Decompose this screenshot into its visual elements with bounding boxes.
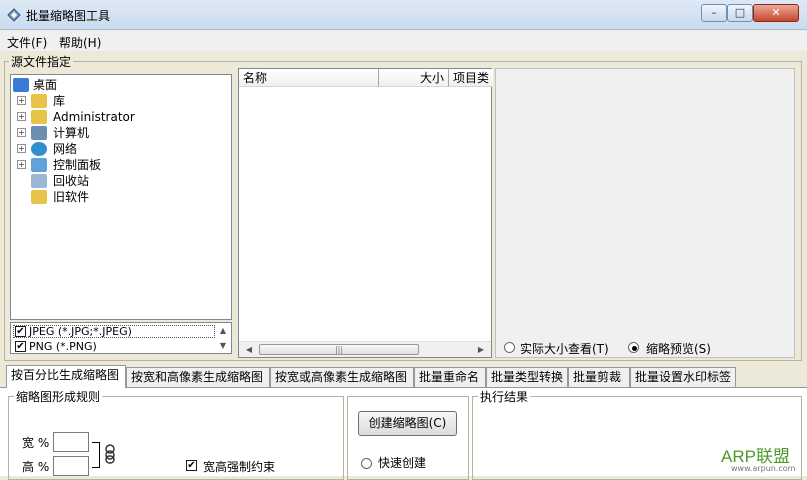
filter-label-jpeg: JPEG (*.JPG;*.JPEG) — [29, 325, 132, 338]
tree-item[interactable]: 回收站 — [11, 173, 231, 189]
tab-3[interactable]: 批量重命名 — [414, 367, 486, 387]
tree-item[interactable]: + Administrator — [11, 109, 231, 125]
actual-size-label: 实际大小查看(T) — [520, 342, 609, 356]
horizontal-scrollbar[interactable]: ◀ ||| ▶ — [239, 341, 491, 357]
menu-bar: 文件(F) 帮助(H) — [0, 31, 807, 51]
scrollbar-thumb[interactable]: ||| — [259, 344, 419, 355]
quick-create-radio[interactable] — [361, 458, 372, 469]
rules-group-label: 缩略图形成规则 — [14, 388, 103, 405]
expand-plus-icon[interactable]: + — [17, 96, 26, 105]
app-icon — [7, 8, 21, 22]
menu-file[interactable]: 文件(F) — [7, 34, 47, 51]
quick-create-label: 快速创建 — [378, 456, 427, 470]
tree-item-label: 库 — [53, 94, 66, 108]
control-panel-icon — [31, 158, 47, 172]
watermark-url: www.arpun.com — [731, 464, 796, 473]
ratio-bracket — [92, 442, 100, 468]
tree-item-label: 回收站 — [53, 174, 90, 188]
scroll-left-arrow-icon[interactable]: ◀ — [241, 343, 257, 357]
computer-icon — [31, 126, 47, 140]
force-ratio-label: 宽高强制约束 — [203, 460, 276, 474]
actual-size-radio[interactable] — [504, 342, 515, 353]
expand-plus-icon[interactable]: + — [17, 112, 26, 121]
tree-item-label: 计算机 — [53, 126, 90, 140]
filter-label-png: PNG (*.PNG) — [29, 340, 97, 353]
tab-0[interactable]: 按百分比生成缩略图 — [6, 365, 126, 388]
maximize-button[interactable]: □ — [727, 4, 753, 22]
tab-1[interactable]: 按宽和高像素生成缩略图 — [126, 367, 270, 387]
folder-icon — [31, 190, 47, 204]
scroll-down-arrow-icon[interactable]: ▼ — [215, 339, 231, 353]
column-header-type[interactable]: 项目类 — [449, 69, 493, 87]
recycle-bin-icon — [31, 174, 47, 188]
results-group-label: 执行结果 — [478, 388, 531, 405]
force-ratio-checkbox[interactable]: ✔ — [186, 460, 197, 471]
height-percent-label: 高 % — [22, 460, 50, 474]
minimize-button[interactable]: – — [701, 4, 727, 22]
preview-area: 实际大小查看(T) 缩略预览(S) — [495, 68, 795, 358]
tree-item[interactable]: 桌面 — [11, 77, 231, 93]
network-icon — [31, 142, 47, 156]
column-header-size[interactable]: 大小 — [379, 69, 449, 87]
column-header-name[interactable]: 名称 — [239, 69, 379, 87]
tree-item-label: 旧软件 — [53, 190, 90, 204]
create-thumbnails-button[interactable]: 创建缩略图(C) — [358, 411, 457, 436]
scroll-up-arrow-icon[interactable]: ▲ — [215, 324, 231, 338]
chain-link-icon[interactable] — [105, 444, 115, 464]
width-percent-input[interactable] — [53, 432, 89, 452]
tab-5[interactable]: 批量剪裁 — [568, 367, 630, 387]
tree-item-label: Administrator — [53, 110, 135, 124]
width-percent-label: 宽 % — [22, 436, 50, 450]
menu-help[interactable]: 帮助(H) — [59, 34, 101, 51]
source-group-label: 源文件指定 — [9, 53, 74, 70]
tree-item-label: 控制面板 — [53, 158, 102, 172]
tree-item-label: 网络 — [53, 142, 78, 156]
tree-item[interactable]: + 网络 — [11, 141, 231, 157]
thumbnail-preview-label: 缩略预览(S) — [646, 342, 711, 356]
height-percent-input[interactable] — [53, 456, 89, 476]
tree-item-label: 桌面 — [33, 78, 58, 92]
folder-tree[interactable]: 桌面 + 库 + Administrator + 计算机 + 网络 + 控制面板 回收站 旧软件 — [10, 74, 232, 320]
expand-plus-icon[interactable]: + — [17, 128, 26, 137]
expand-plus-icon[interactable]: + — [17, 160, 26, 169]
filter-checkbox-png[interactable]: ✔ — [15, 341, 26, 352]
filter-checkbox-jpeg[interactable]: ✔ — [15, 326, 26, 337]
library-icon — [31, 94, 47, 108]
window-title: 批量缩略图工具 — [26, 9, 111, 23]
tree-item[interactable]: + 计算机 — [11, 125, 231, 141]
tab-6[interactable]: 批量设置水印标签 — [630, 367, 736, 387]
file-list[interactable]: 名称 大小 项目类 ◀ ||| ▶ — [238, 68, 493, 358]
expand-plus-icon[interactable]: + — [17, 144, 26, 153]
thumbnail-preview-radio[interactable] — [628, 342, 639, 353]
tree-item[interactable]: 旧软件 — [11, 189, 231, 205]
tree-item[interactable]: + 库 — [11, 93, 231, 109]
user-folder-icon — [31, 110, 47, 124]
tree-item[interactable]: + 控制面板 — [11, 157, 231, 173]
close-button[interactable]: ✕ — [753, 4, 799, 22]
tab-4[interactable]: 批量类型转换 — [486, 367, 568, 387]
tab-2[interactable]: 按宽或高像素生成缩略图 — [270, 367, 414, 387]
desktop-icon — [13, 78, 29, 92]
scroll-right-arrow-icon[interactable]: ▶ — [473, 343, 489, 357]
title-bar: 批量缩略图工具 – □ ✕ — [0, 0, 807, 30]
file-type-filter-list[interactable]: ✔ JPEG (*.JPG;*.JPEG) ✔ PNG (*.PNG) ▲ ▼ — [10, 322, 232, 354]
